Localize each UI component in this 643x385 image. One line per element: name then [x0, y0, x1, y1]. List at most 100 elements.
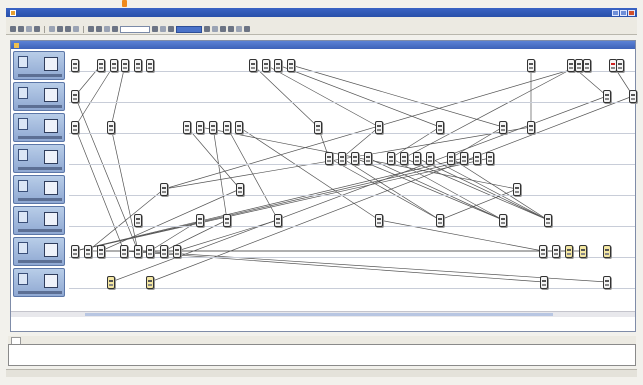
toolbar-button-icon[interactable] — [34, 26, 40, 32]
process-node-icon[interactable] — [209, 121, 217, 134]
toolbar-zoom-box[interactable] — [176, 25, 202, 33]
toolbar-button-icon[interactable] — [26, 26, 32, 32]
process-node-icon[interactable] — [121, 59, 129, 72]
process-node-icon[interactable] — [134, 245, 142, 258]
process-node-icon[interactable] — [460, 152, 468, 165]
process-node-icon[interactable] — [97, 59, 105, 72]
process-node-icon[interactable] — [236, 183, 244, 196]
process-node-icon[interactable] — [71, 245, 79, 258]
process-node-icon[interactable] — [364, 152, 372, 165]
toolbar-button-icon[interactable] — [228, 26, 234, 32]
horizontal-scrollbar[interactable] — [11, 311, 635, 317]
process-node-icon[interactable] — [107, 121, 115, 134]
process-node-icon[interactable] — [146, 276, 154, 289]
window-title-bar[interactable] — [6, 8, 637, 17]
toolbar-button-icon[interactable] — [244, 26, 250, 32]
process-node-icon[interactable] — [325, 152, 333, 165]
toolbar-button-icon[interactable] — [96, 26, 102, 32]
process-node-icon[interactable] — [629, 90, 637, 103]
process-node-icon[interactable] — [146, 59, 154, 72]
timeline-canvas[interactable] — [69, 49, 637, 309]
process-node-icon[interactable] — [134, 214, 142, 227]
track-header[interactable] — [13, 82, 65, 111]
process-node-icon[interactable] — [552, 245, 560, 258]
process-node-icon[interactable] — [183, 121, 191, 134]
process-node-icon[interactable] — [426, 152, 434, 165]
toolbar-dropdown[interactable] — [120, 25, 150, 33]
track-header[interactable] — [13, 51, 65, 80]
process-node-icon[interactable] — [235, 121, 243, 134]
process-node-icon[interactable] — [583, 59, 591, 72]
track-header[interactable] — [13, 268, 65, 297]
toolbar-button-icon[interactable] — [104, 26, 110, 32]
scrollbar-thumb[interactable] — [85, 313, 553, 316]
track-header[interactable] — [13, 175, 65, 204]
process-node-icon[interactable] — [539, 245, 547, 258]
toolbar-button-icon[interactable] — [204, 26, 210, 32]
process-node-icon[interactable] — [413, 152, 421, 165]
process-node-icon[interactable] — [274, 214, 282, 227]
process-node-icon[interactable] — [351, 152, 359, 165]
process-node-icon[interactable] — [196, 214, 204, 227]
toolbar-button-icon[interactable] — [73, 26, 79, 32]
process-node-icon[interactable] — [262, 59, 270, 72]
process-node-icon[interactable] — [71, 90, 79, 103]
process-node-icon[interactable] — [107, 276, 115, 289]
process-node-icon[interactable] — [196, 121, 204, 134]
close-icon[interactable] — [628, 9, 635, 16]
track-header[interactable] — [13, 206, 65, 235]
process-node-icon[interactable] — [473, 152, 481, 165]
diagram-window-title-bar[interactable] — [11, 41, 635, 49]
track-header[interactable] — [13, 237, 65, 266]
toolbar-button-icon[interactable] — [236, 26, 242, 32]
process-node-icon[interactable] — [499, 214, 507, 227]
process-node-icon[interactable] — [486, 152, 494, 165]
process-node-icon[interactable] — [447, 152, 455, 165]
toolbar-button-icon[interactable] — [112, 26, 118, 32]
process-node-icon[interactable] — [338, 152, 346, 165]
process-node-icon[interactable] — [387, 152, 395, 165]
process-node-icon[interactable] — [540, 276, 548, 289]
minimize-icon[interactable] — [612, 9, 619, 16]
process-node-icon[interactable] — [97, 245, 105, 258]
process-node-icon[interactable] — [160, 183, 168, 196]
toolbar-button-icon[interactable] — [212, 26, 218, 32]
process-node-icon[interactable] — [603, 90, 611, 103]
process-node-icon[interactable] — [110, 59, 118, 72]
toolbar-button-icon[interactable] — [152, 26, 158, 32]
process-node-icon[interactable] — [160, 245, 168, 258]
process-node-icon[interactable] — [400, 152, 408, 165]
process-node-icon[interactable] — [436, 121, 444, 134]
process-node-icon[interactable] — [223, 121, 231, 134]
process-node-icon[interactable] — [499, 121, 507, 134]
track-header[interactable] — [13, 113, 65, 142]
process-node-icon[interactable] — [223, 214, 231, 227]
toolbar-button-icon[interactable] — [220, 26, 226, 32]
process-node-icon[interactable] — [436, 214, 444, 227]
toolbar-button-icon[interactable] — [65, 26, 71, 32]
process-node-icon[interactable] — [565, 245, 573, 258]
toolbar-button-icon[interactable] — [168, 26, 174, 32]
process-node-icon[interactable] — [134, 59, 142, 72]
process-node-icon[interactable] — [603, 245, 611, 258]
output-tab[interactable] — [11, 337, 21, 344]
process-node-icon[interactable] — [71, 121, 79, 134]
process-node-icon[interactable] — [544, 214, 552, 227]
process-node-icon[interactable] — [120, 245, 128, 258]
toolbar-button-icon[interactable] — [160, 26, 166, 32]
process-node-icon[interactable] — [146, 245, 154, 258]
track-header[interactable] — [13, 144, 65, 173]
process-node-icon[interactable] — [579, 245, 587, 258]
toolbar-button-icon[interactable] — [49, 26, 55, 32]
process-node-icon[interactable] — [513, 183, 521, 196]
toolbar-button-icon[interactable] — [88, 26, 94, 32]
toolbar-button-icon[interactable] — [57, 26, 63, 32]
process-node-icon[interactable] — [314, 121, 322, 134]
process-node-icon[interactable] — [375, 121, 383, 134]
toolbar-button-icon[interactable] — [18, 26, 24, 32]
process-node-icon[interactable] — [603, 276, 611, 289]
process-node-icon[interactable] — [567, 59, 575, 72]
process-node-icon[interactable] — [274, 59, 282, 72]
process-node-icon[interactable] — [527, 121, 535, 134]
process-node-icon[interactable] — [173, 245, 181, 258]
